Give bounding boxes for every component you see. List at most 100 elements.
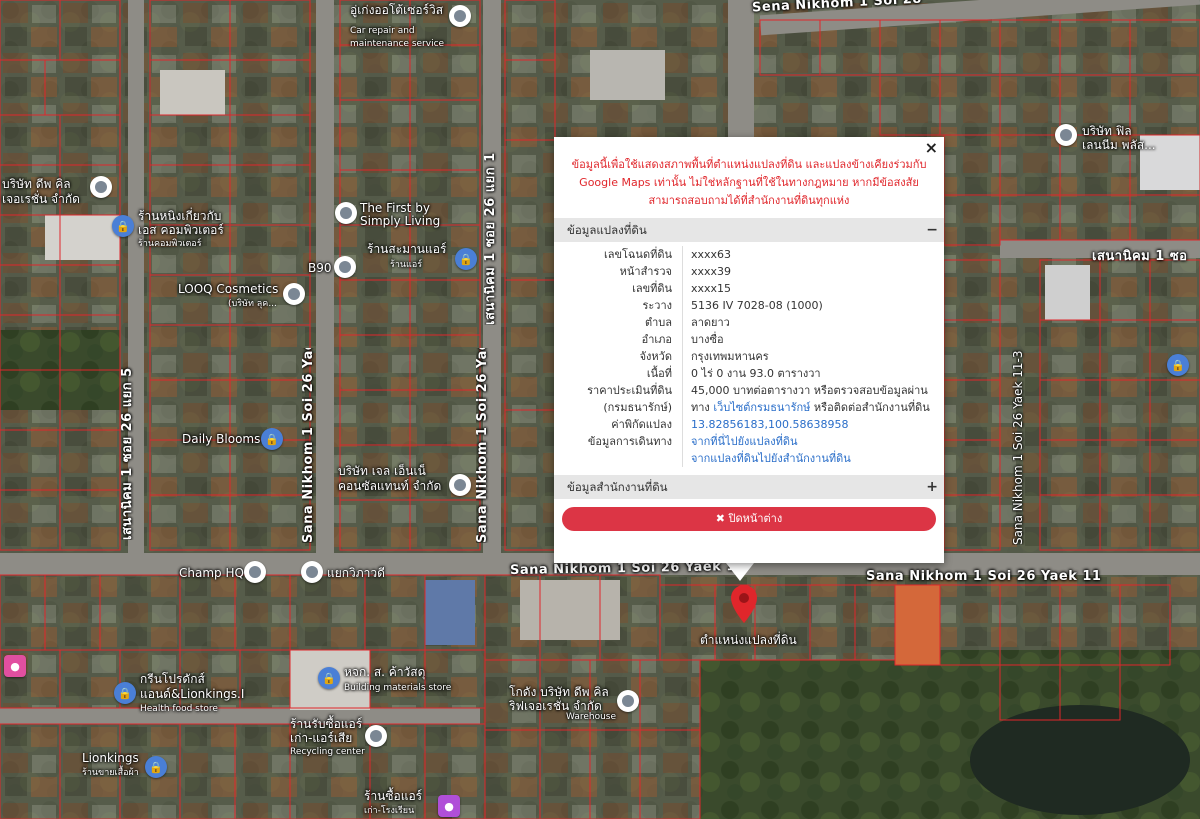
place-looq-thai: (บริษัท ลุค... (228, 299, 277, 309)
poi-company-dp-icon[interactable] (90, 176, 112, 198)
place-champ: Champ HQ (179, 566, 244, 580)
place-greenhouse-thai: กรีนโปรดักส์ (140, 672, 205, 686)
directions-to-parcel-link[interactable]: จากที่นี่ไปยังแปลงที่ดิน (691, 435, 797, 448)
info-key: เลขที่ดิน (554, 280, 683, 297)
street-label-yaek1-thai: เสนานิคม 1 ซอย 26 แยก 1 (484, 152, 497, 325)
place-hj-thai: หจก. ส. ค้าวัสดุ (344, 665, 426, 679)
poi-daily-blooms-icon[interactable]: 🔒 (261, 428, 283, 450)
poi-shop-blue-icon[interactable]: 🔒 (455, 248, 477, 270)
poi-purple-icon[interactable]: ● (438, 795, 460, 817)
poi-looq-icon[interactable] (283, 283, 305, 305)
info-value: ลาดยาว (691, 316, 730, 329)
section-parcel-info-header[interactable]: ข้อมูลแปลงที่ดิน − (554, 218, 944, 242)
poi-health-icon[interactable]: 🔒 (114, 682, 136, 704)
pin-label: ตำแหน่งแปลงที่ดิน (700, 633, 797, 647)
place-daily-blooms: Daily Blooms (182, 432, 261, 446)
disclaimer-notice: ข้อมูลนี้เพื่อใช้แสดงสภาพพื้นที่ตำแหน่งแ… (571, 158, 927, 207)
place-lionkings2: Lionkings (82, 751, 139, 765)
place-company-right2-thai: เลนนีม พลัส... (1082, 138, 1156, 152)
place-simply-living: Simply Living (360, 214, 441, 228)
info-row-district: อำเภอ บางซื่อ (554, 331, 944, 348)
poi-company-right-icon[interactable] (1055, 124, 1077, 146)
price-value-post: หรือติดต่อสำนักงานที่ดิน (813, 401, 930, 414)
price-label-sub: (กรมธนารักษ์) (603, 401, 672, 414)
place-car-repair-thai: อู่เก่งออโต้เซอร์วิส (350, 3, 444, 17)
place-shop-thai: ร้านสะมานแอร์ (367, 242, 447, 256)
section-land-office-title: ข้อมูลสำนักงานที่ดิน (567, 480, 668, 494)
info-row-survey: หน้าสำรวจ xxxx39 (554, 263, 944, 280)
parcel-info-popup: × ข้อมูลนี้เพื่อใช้แสดงสภาพพื้นที่ตำแหน่… (554, 137, 944, 563)
poi-right-blue-icon[interactable]: 🔒 (1167, 354, 1189, 376)
info-value: xxxx15 (691, 282, 732, 295)
info-key: ค่าพิกัดแปลง (554, 416, 683, 433)
place-looq: LOOQ Cosmetics (178, 282, 279, 296)
poi-recycle-icon[interactable] (365, 725, 387, 747)
place-car-repair: Car repair and maintenance service (350, 26, 445, 49)
treasury-website-link[interactable]: เว็บไซต์กรมธนารักษ์ (713, 401, 810, 414)
place-consult-thai: คอนซัลแทนท์ จำกัด (338, 479, 442, 493)
poi-crossroad-icon[interactable] (301, 561, 323, 583)
poi-b90-icon[interactable] (334, 256, 356, 278)
street-label-yaek11-3: Sana Nikhom 1 Soi 26 Yaek 11-3 (1012, 350, 1025, 545)
place-company-dp2: เจอเรชั่น จำกัด (2, 192, 80, 206)
info-key: หน้าสำรวจ (554, 263, 683, 280)
price-label: ราคาประเมินที่ดิน (587, 384, 672, 397)
poi-car-repair-icon[interactable] (449, 5, 471, 27)
poi-warehouse-icon[interactable] (617, 690, 639, 712)
place-warehouse-thai: โกดัง บริษัท ดีพ คิล (509, 685, 609, 699)
place-b90: B90 (308, 261, 332, 275)
street-label-right-thai: เสนานิคม 1 ซอ (1092, 249, 1188, 264)
info-row-subdistrict: ตำบล ลาดยาว (554, 314, 944, 331)
close-window-button[interactable]: ✖ ปิดหน้าต่าง (562, 507, 936, 531)
place-bottom-thai: ร้านซื้อแอร์ (364, 789, 423, 803)
info-row-travel: ข้อมูลการเดินทาง จากที่นี่ไปยังแปลงที่ดิ… (554, 433, 944, 467)
poi-company-icon[interactable] (449, 474, 471, 496)
info-key: ตำบล (554, 314, 683, 331)
directions-to-office-link[interactable]: จากแปลงที่ดินไปยังสำนักงานที่ดิน (691, 452, 851, 465)
info-value: 0 ไร่ 0 งาน 93.0 ตารางวา (691, 367, 821, 380)
info-row-price: ราคาประเมินที่ดิน (กรมธนารักษ์) 45,000 บา… (554, 382, 944, 416)
poi-pink-icon[interactable]: ● (4, 655, 26, 677)
info-value: กรุงเทพมหานคร (691, 350, 769, 363)
info-key: ข้อมูลการเดินทาง (554, 433, 683, 467)
info-value: xxxx63 (691, 248, 732, 261)
info-row-province: จังหวัด กรุงเทพมหานคร (554, 348, 944, 365)
section-land-office-header[interactable]: ข้อมูลสำนักงานที่ดิน + (554, 475, 944, 499)
collapse-icon[interactable]: − (926, 218, 938, 242)
place-company-dp: บริษัท ดีพ คิล (2, 177, 71, 191)
place-shop-thai2: ร้านแอร์ (390, 260, 423, 270)
info-key: เลขโฉนดที่ดิน (554, 246, 683, 263)
poi-lionkings2-icon[interactable]: 🔒 (145, 756, 167, 778)
popup-close-icon[interactable]: × (925, 138, 938, 157)
place-computer-thai: ร้านหนิงเกี่ยวกับ (138, 209, 222, 223)
place-health: Health food store (140, 704, 218, 714)
price-value-pre: ทาง (691, 401, 710, 414)
place-building: Building materials store (344, 683, 452, 693)
info-row-land-no: เลขที่ดิน xxxx15 (554, 280, 944, 297)
info-value: 13.82856183,100.58638958 (683, 416, 944, 433)
poi-champ-icon[interactable] (244, 561, 266, 583)
poi-computer-icon[interactable]: 🔒 (112, 215, 134, 237)
poi-building-icon[interactable]: 🔒 (318, 667, 340, 689)
info-value: 45,000 บาทต่อตารางวา หรือตรวจสอบข้อมูลผ่… (683, 382, 944, 416)
place-warehouse: Warehouse (566, 712, 617, 722)
place-computer2-thai: เอส คอมพิวเตอร์ (138, 223, 224, 237)
info-value: xxxx39 (691, 265, 732, 278)
price-value: 45,000 บาทต่อตารางวา หรือตรวจสอบข้อมูลผ่… (691, 384, 928, 397)
info-value: จากที่นี่ไปยังแปลงที่ดินจากแปลงที่ดินไปย… (683, 433, 944, 467)
street-label-yaek11-right: Sana Nikhom 1 Soi 26 Yaek 11 (866, 569, 1102, 584)
street-label-yaek5-thai: เสนานิคม 1 ซอย 26 แยก 5 (121, 367, 134, 540)
info-row-deed: เลขโฉนดที่ดิน xxxx63 (554, 246, 944, 263)
info-key: ราคาประเมินที่ดิน (กรมธนารักษ์) (554, 382, 683, 416)
info-row-area: เนื้อที่ 0 ไร่ 0 งาน 93.0 ตารางวา (554, 365, 944, 382)
info-key: อำเภอ (554, 331, 683, 348)
parcel-info-table: เลขโฉนดที่ดิน xxxx63 หน้าสำรวจ xxxx39 เลขท… (554, 242, 944, 469)
parcel-location-pin-icon[interactable] (731, 585, 757, 623)
info-row-coords: ค่าพิกัดแปลง 13.82856183,100.58638958 (554, 416, 944, 433)
info-key: ระวาง (554, 297, 683, 314)
place-recycle: Recycling center (290, 747, 365, 757)
coordinates-link[interactable]: 13.82856183,100.58638958 (691, 418, 848, 431)
poi-first-by-icon[interactable] (335, 202, 357, 224)
street-label-yaek3: Sana Nikhom 1 Soi 26 Yaek 3 (302, 348, 315, 543)
expand-icon[interactable]: + (926, 475, 938, 499)
